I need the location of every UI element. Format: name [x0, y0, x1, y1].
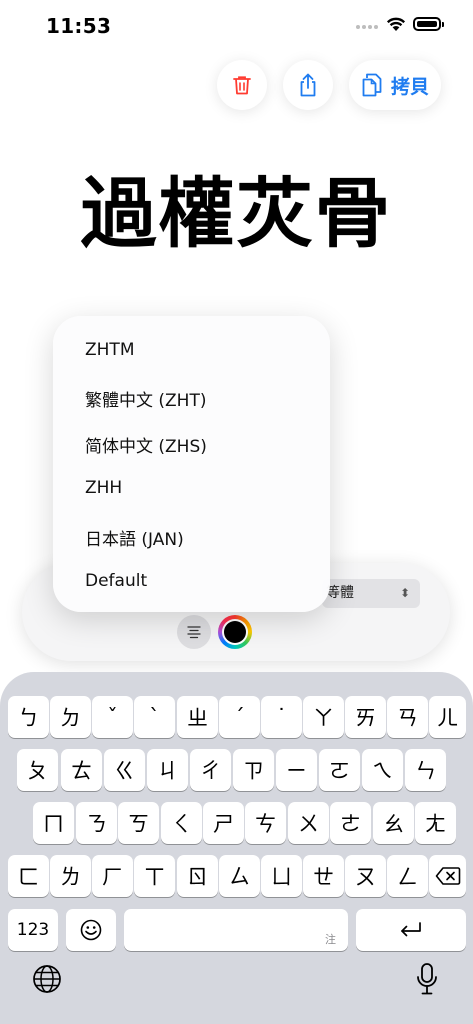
- menu-item-zhs[interactable]: 简体中文 (ZHS): [85, 432, 207, 457]
- key[interactable]: ㄩ: [261, 855, 302, 897]
- key[interactable]: ㄧ: [276, 749, 317, 791]
- key[interactable]: ㄑ: [161, 802, 202, 844]
- share-icon: [300, 73, 316, 97]
- menu-item-zhtm[interactable]: ZHTM: [85, 340, 134, 360]
- key[interactable]: ㄗ: [233, 749, 274, 791]
- copy-icon: [362, 73, 382, 97]
- return-icon: [401, 922, 421, 937]
- copy-label: 拷貝: [390, 75, 429, 98]
- return-key[interactable]: [356, 909, 466, 951]
- cellular-signal-icon: [356, 25, 380, 31]
- globe-button[interactable]: [30, 962, 64, 996]
- menu-item-jan[interactable]: 日本語 (JAN): [85, 525, 184, 550]
- align-center-icon: [187, 626, 201, 639]
- emoji-icon: [80, 919, 102, 941]
- language-menu: ZHTM 繁體中文 (ZHT) 简体中文 (ZHS) ZHH 日本語 (JAN)…: [53, 316, 330, 612]
- menu-item-zhh[interactable]: ZHH: [85, 478, 122, 498]
- delete-key[interactable]: [429, 855, 466, 897]
- keyboard: ㄅ ㄉ ˇ ˋ ㄓ ˊ ˙ ㄚ ㄞ ㄢ ㄦ ㄆ ㄊ ㄍ ㄐ ㄔ ㄗ ㄧ ㄛ ㄟ …: [0, 672, 473, 1024]
- copy-button[interactable]: 拷貝: [349, 60, 441, 110]
- dictation-button[interactable]: [410, 960, 444, 998]
- key[interactable]: ㄣ: [405, 749, 446, 791]
- emoji-key[interactable]: [66, 909, 116, 951]
- key[interactable]: ㄨ: [288, 802, 329, 844]
- trash-icon: [233, 76, 251, 95]
- key[interactable]: ㄥ: [387, 855, 428, 897]
- key[interactable]: ㄠ: [373, 802, 414, 844]
- key[interactable]: ㄏ: [92, 855, 133, 897]
- key[interactable]: ㄢ: [387, 696, 428, 738]
- key[interactable]: ㄟ: [362, 749, 403, 791]
- key[interactable]: ㄔ: [190, 749, 231, 791]
- key[interactable]: ㄞ: [345, 696, 386, 738]
- wifi-icon: [386, 17, 406, 31]
- key[interactable]: ㄉ: [50, 696, 91, 738]
- key[interactable]: ㄡ: [345, 855, 386, 897]
- key[interactable]: ㄋ: [76, 802, 117, 844]
- delete-button[interactable]: [217, 60, 267, 110]
- key[interactable]: ㄆ: [17, 749, 58, 791]
- key[interactable]: ㄇ: [33, 802, 74, 844]
- space-key-hint: 注: [325, 933, 336, 946]
- font-select[interactable]: 等體 ⬍: [322, 579, 420, 608]
- key[interactable]: ㄍ: [104, 749, 145, 791]
- key[interactable]: ㄎ: [118, 802, 159, 844]
- menu-item-default[interactable]: Default: [85, 571, 147, 591]
- microphone-icon: [417, 963, 437, 995]
- numbers-key[interactable]: 123: [8, 909, 58, 951]
- key[interactable]: ˋ: [134, 696, 175, 738]
- color-picker-button[interactable]: [218, 615, 252, 649]
- align-button[interactable]: [177, 615, 211, 649]
- key[interactable]: ㄈ: [8, 855, 49, 897]
- key[interactable]: ㄝ: [303, 855, 344, 897]
- title-text[interactable]: 過權苂骨: [0, 166, 473, 262]
- key[interactable]: ㄛ: [319, 749, 360, 791]
- color-wheel-icon: [224, 621, 246, 643]
- globe-icon: [33, 965, 61, 993]
- key[interactable]: ㄦ: [429, 696, 466, 738]
- key[interactable]: ㄊ: [61, 749, 102, 791]
- key[interactable]: ㄐ: [147, 749, 188, 791]
- delete-backward-icon: [435, 867, 460, 885]
- font-select-value: 等體: [326, 585, 354, 601]
- key[interactable]: ㄙ: [219, 855, 260, 897]
- key[interactable]: ㄒ: [134, 855, 175, 897]
- status-bar: 11:53: [0, 0, 473, 54]
- key[interactable]: ㄅ: [8, 696, 49, 738]
- battery-icon: [413, 17, 441, 31]
- key[interactable]: ˊ: [219, 696, 260, 738]
- space-key[interactable]: 注: [124, 909, 348, 951]
- key[interactable]: ˙: [261, 696, 302, 738]
- key[interactable]: ㄖ: [177, 855, 218, 897]
- key[interactable]: ㄜ: [330, 802, 371, 844]
- key[interactable]: ㄌ: [50, 855, 91, 897]
- key[interactable]: ㄚ: [303, 696, 344, 738]
- key[interactable]: ㄤ: [415, 802, 456, 844]
- share-button[interactable]: [283, 60, 333, 110]
- key[interactable]: ㄕ: [203, 802, 244, 844]
- menu-item-zht[interactable]: 繁體中文 (ZHT): [85, 386, 206, 411]
- status-time: 11:53: [46, 14, 112, 38]
- chevron-up-down-icon: ⬍: [399, 586, 410, 600]
- key[interactable]: ㄓ: [177, 696, 218, 738]
- key[interactable]: ˇ: [92, 696, 133, 738]
- key[interactable]: ㄘ: [245, 802, 286, 844]
